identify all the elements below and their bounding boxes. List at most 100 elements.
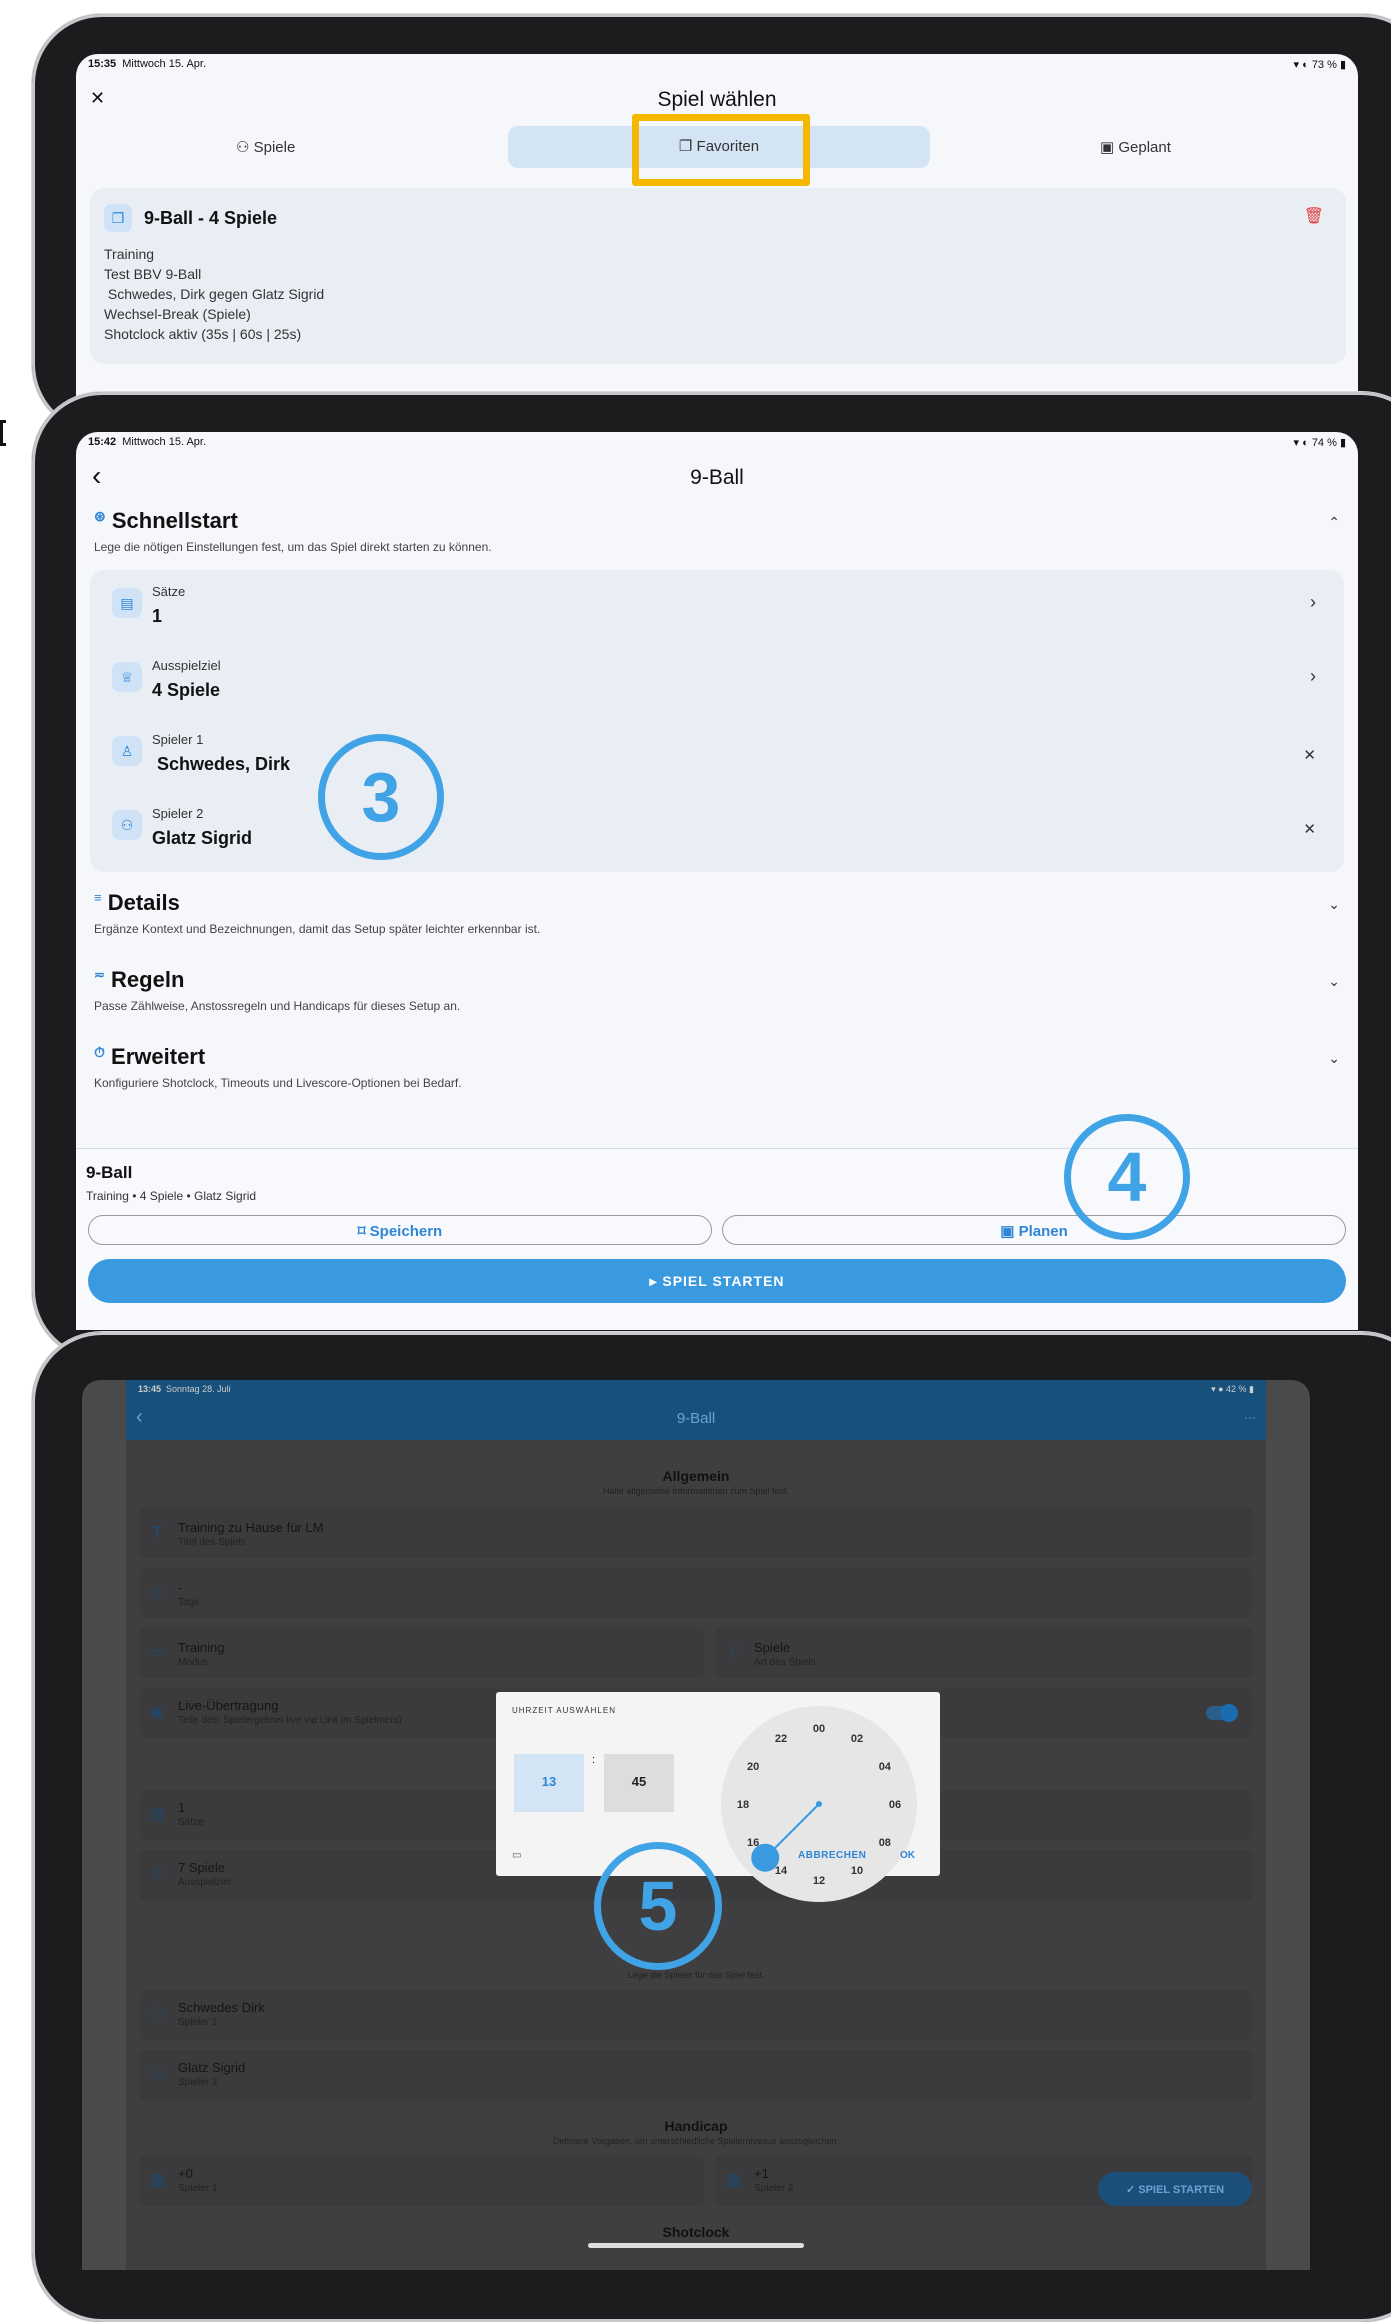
bolt-icon: ⊛ [94, 508, 106, 524]
annotation-5: 5 [594, 1842, 722, 1970]
minute-field[interactable]: 45 [604, 1754, 674, 1812]
field-label: Spieler 2 [754, 2183, 794, 2194]
field-player-2[interactable]: ⚇ Glatz Sigrid Spieler 2 [140, 2050, 1252, 2100]
row-label: Spieler 1 [152, 732, 204, 747]
field-value: 1 [178, 1800, 186, 1815]
field-player-1[interactable]: ⚇ Schwedes Dirk Spieler 1 [140, 1990, 1252, 2040]
trash-icon[interactable]: 🗑 [1304, 206, 1324, 226]
favorite-card[interactable]: ❐ 9-Ball - 4 Spiele 🗑 Training Test BBV … [90, 188, 1346, 364]
field-tags[interactable]: ◇ - Tags [140, 1568, 1252, 1618]
field-value: +0 [178, 2166, 193, 2181]
chevron-down-icon: ⌄ [1328, 1050, 1340, 1066]
keyboard-icon[interactable]: ▭ [512, 1850, 521, 1861]
section-subtitle: Konfiguriere Shotclock, Timeouts und Liv… [94, 1076, 462, 1090]
field-label: Modus [178, 1657, 209, 1668]
tag-icon: ◇ [150, 1584, 163, 1601]
live-toggle[interactable] [1206, 1704, 1238, 1722]
sets-icon: ▤ [150, 1806, 166, 1823]
clock-number[interactable]: 20 [747, 1761, 759, 1773]
people-icon: ⚇ [112, 810, 142, 840]
timer-icon: ⏱ [94, 1044, 105, 1060]
row-spieler-2[interactable]: ⚇ Spieler 2 Glatz Sigrid ✕ [90, 792, 1344, 866]
field-label: Sätze [178, 1817, 204, 1828]
chevron-right-icon: › [1310, 666, 1316, 686]
clock-number[interactable]: 00 [813, 1723, 825, 1735]
field-art[interactable]: ⚐ Spiele Art des Spiels [716, 1628, 1252, 1678]
players-icon: ⚇ [236, 139, 254, 156]
tab-geplant[interactable]: ▣ Geplant [1100, 138, 1171, 156]
card-line: Test BBV 9-Ball [104, 266, 202, 282]
section-subtitle: Ergänze Kontext und Bezeichnungen, damit… [94, 922, 541, 936]
ok-button[interactable]: OK [900, 1850, 915, 1861]
field-handicap-1[interactable]: ▦ +0 Spieler 1 [140, 2156, 704, 2206]
row-value: 1 [152, 606, 163, 626]
row-saetze[interactable]: ▤ Sätze 1 › [90, 570, 1344, 644]
person-icon: ♙ [112, 736, 142, 766]
section-subtitle: Lege die Spieler für das Spiel fest. [627, 1970, 765, 1980]
clock-number[interactable]: 02 [851, 1733, 863, 1745]
section-subtitle: Definiere Vorgaben, um unterschiedliche … [552, 2136, 840, 2146]
clipboard-icon: ▭ [150, 1644, 166, 1661]
flag-icon: ⚐ [728, 1644, 743, 1661]
chevron-down-icon: ⌄ [1328, 973, 1340, 989]
card-line: Training [104, 246, 155, 262]
highlight-box [632, 114, 810, 186]
row-label: Ausspielziel [152, 658, 221, 673]
section-details[interactable]: ≡ Details Ergänze Kontext und Bezeichnun… [94, 890, 1340, 936]
clock-number[interactable]: 14 [775, 1865, 788, 1877]
section-subtitle: Passe Zählweise, Anstossregeln und Handi… [94, 999, 461, 1013]
section-erweitert[interactable]: ⏱ Erweitert Konfiguriere Shotclock, Time… [94, 1044, 1340, 1090]
clock-number[interactable]: 04 [879, 1761, 892, 1773]
clock-number[interactable]: 06 [889, 1799, 901, 1811]
chevron-down-icon: ⌄ [1328, 896, 1340, 912]
handicap-icon: ▦ [150, 2172, 166, 2189]
status-bar: 13:45 Sonntag 28. Juli ▾ ● 42 % ▮ [138, 1384, 1254, 1394]
hour-field[interactable]: 13 [514, 1754, 584, 1812]
row-ausspielziel[interactable]: ♕ Ausspielziel 4 Spiele › [90, 644, 1344, 718]
tab-spiele[interactable]: ⚇ Spiele [236, 138, 295, 156]
clear-icon[interactable]: ✕ [1303, 746, 1316, 764]
start-game-button[interactable]: ▸ SPIEL STARTEN [88, 1259, 1346, 1303]
row-value: Schwedes, Dirk [152, 754, 291, 774]
field-label: Spieler 1 [178, 2183, 218, 2194]
field-title[interactable]: T Training zu Hause für LM Titel des Spie… [140, 1508, 1252, 1558]
clock-number[interactable]: 12 [813, 1875, 825, 1887]
calendar-icon: ▣ [1100, 139, 1119, 156]
people-icon: ⚇ [150, 2006, 165, 2023]
clock-number[interactable]: 18 [737, 1799, 749, 1811]
clock-number[interactable]: 08 [879, 1837, 891, 1849]
clock-number[interactable]: 10 [851, 1865, 863, 1877]
trophy-icon: ♕ [150, 1866, 165, 1883]
start-game-fab[interactable]: ✓ SPIEL STARTEN [1098, 2172, 1252, 2206]
plan-button[interactable]: ▣ Planen [722, 1215, 1346, 1245]
section-regeln[interactable]: ≂ Regeln Passe Zählweise, Anstossregeln … [94, 967, 1340, 1013]
save-button[interactable]: ⌑ Speichern [88, 1215, 712, 1245]
clear-icon[interactable]: ✕ [1303, 820, 1316, 838]
card-title: 9-Ball - 4 Spiele [144, 208, 278, 228]
field-label: Art des Spiels [754, 1657, 816, 1668]
page-title: 9-Ball [690, 466, 744, 489]
field-modus[interactable]: ▭ Training Modus [140, 1628, 704, 1678]
field-value: Spiele [754, 1640, 791, 1655]
time-separator: : [592, 1754, 596, 1766]
field-label: Spieler 2 [178, 2077, 218, 2088]
more-icon[interactable]: ··· [1244, 1410, 1256, 1424]
section-subtitle: Halte allgemeine Informationen zum Spiel… [602, 1486, 790, 1496]
card-details: Training Test BBV 9-Ball Schwedes, Dirk … [104, 244, 324, 344]
section-schnellstart[interactable]: ⊛ Schnellstart Lege die nötigen Einstell… [94, 508, 1340, 554]
field-label: Titel des Spiels [178, 1537, 246, 1548]
field-label: Ausspielziel [178, 1877, 231, 1888]
card-line: Schwedes, Dirk gegen Glatz Sigrid [104, 286, 325, 302]
clock-dial[interactable]: 000204060810121416182022 [721, 1706, 921, 1906]
screen-game-detail-dimmed: 13:45 Sonntag 28. Juli ▾ ● 42 % ▮ ‹ 9-Ba… [82, 1380, 1310, 2270]
rules-icon: ≂ [94, 967, 105, 982]
chevron-right-icon: › [1310, 592, 1316, 612]
cancel-button[interactable]: ABBRECHEN [798, 1850, 866, 1861]
status-bar: 15:35 Mittwoch 15. Apr. ▾ ◐ 73 % ▮ [88, 58, 1346, 71]
row-spieler-1[interactable]: ♙ Spieler 1 Schwedes, Dirk ✕ [90, 718, 1344, 792]
clock-selector[interactable] [751, 1843, 780, 1872]
field-value: Glatz Sigrid [178, 2060, 246, 2075]
clock-number[interactable]: 22 [775, 1733, 787, 1745]
people-icon: ⚇ [150, 2066, 165, 2083]
annotation-3: 3 [318, 734, 444, 860]
